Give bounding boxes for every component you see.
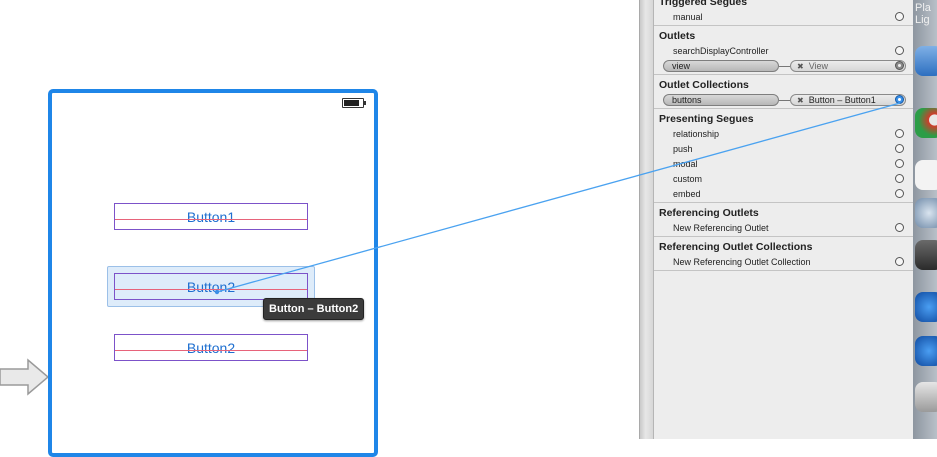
connection-circle-icon[interactable] — [895, 159, 904, 168]
button3[interactable]: Button2 — [114, 334, 308, 361]
section-presenting-segues: Presenting Segues relationship push moda… — [654, 109, 913, 203]
row-label: modal — [673, 159, 698, 169]
target-label: Button – Button1 — [808, 95, 876, 105]
dock-app-icon[interactable] — [915, 198, 937, 228]
connection-circle-icon[interactable] — [895, 46, 904, 55]
connections-inspector: Triggered Segues manual Outlets searchDi… — [653, 0, 913, 439]
outlet-row-searchdisplaycontroller: searchDisplayController — [654, 44, 913, 59]
segue-row-custom: custom — [654, 172, 913, 187]
connection-circle-icon[interactable] — [895, 95, 904, 104]
entry-arrow-icon — [0, 358, 50, 396]
section-referencing-outlets: Referencing Outlets New Referencing Outl… — [654, 203, 913, 237]
connection-circle-icon[interactable] — [895, 144, 904, 153]
outlet-connection-view: view ✖ View — [654, 59, 913, 74]
dock-app-icon[interactable] — [915, 382, 937, 412]
segue-row-embed: embed — [654, 187, 913, 202]
split-view-divider[interactable] — [639, 0, 654, 439]
section-title: Outlets — [659, 30, 696, 42]
connection-circle-icon[interactable] — [895, 189, 904, 198]
outlet-pill[interactable]: buttons — [663, 94, 779, 106]
button1[interactable]: Button1 — [114, 203, 308, 230]
storyboard-canvas[interactable]: Button1 Button2 Button2 Button – Button2 — [0, 0, 640, 457]
section-triggered-segues: Triggered Segues manual — [654, 0, 913, 26]
dock-partial-text: Pla Lig — [915, 2, 931, 26]
outlet-target-pill[interactable]: ✖ Button – Button1 — [790, 94, 906, 106]
connection-link — [779, 66, 790, 67]
drag-target-tooltip: Button – Button2 — [263, 298, 365, 320]
outlet-collection-buttons: buttons ✖ Button – Button1 — [654, 93, 913, 108]
connection-circle-icon[interactable] — [895, 129, 904, 138]
referencing-outlet-collection-new: New Referencing Outlet Collection — [654, 255, 913, 270]
battery-icon — [342, 98, 366, 108]
button2[interactable]: Button2 — [114, 273, 308, 300]
section-outlets: Outlets searchDisplayController view ✖ Vi… — [654, 26, 913, 75]
connection-circle-icon[interactable] — [895, 174, 904, 183]
section-outlet-collections: Outlet Collections buttons ✖ Button – But… — [654, 75, 913, 109]
view-controller-scene[interactable]: Button1 Button2 Button2 — [48, 89, 378, 457]
outlet-target-pill[interactable]: ✖ View — [790, 60, 906, 72]
section-title: Outlet Collections — [659, 79, 749, 91]
connection-link — [779, 100, 790, 101]
dock-edge: Pla Lig — [913, 0, 937, 439]
connection-circle-icon[interactable] — [895, 223, 904, 232]
referencing-outlet-new: New Referencing Outlet — [654, 221, 913, 236]
segue-row-relationship: relationship — [654, 127, 913, 142]
dock-app-icon[interactable] — [915, 336, 937, 366]
outlet-pill[interactable]: view — [663, 60, 779, 72]
dock-app-icon[interactable] — [915, 292, 937, 322]
dock-app-icon[interactable] — [915, 160, 937, 190]
row-label: searchDisplayController — [673, 46, 769, 56]
segue-row-modal: modal — [654, 157, 913, 172]
disconnect-x-icon[interactable]: ✖ — [797, 62, 804, 71]
section-title: Referencing Outlets — [659, 207, 759, 219]
row-label: relationship — [673, 129, 720, 139]
outlet-row-manual: manual — [654, 10, 913, 25]
target-label: View — [808, 61, 829, 71]
row-label: custom — [673, 174, 703, 184]
row-label: New Referencing Outlet Collection — [673, 257, 811, 267]
section-title: Referencing Outlet Collections — [659, 241, 813, 253]
dock-app-icon[interactable] — [915, 108, 937, 138]
section-referencing-outlet-collections: Referencing Outlet Collections New Refer… — [654, 237, 913, 271]
dock-app-icon[interactable] — [915, 46, 937, 76]
row-label: embed — [673, 189, 701, 199]
row-label: New Referencing Outlet — [673, 223, 769, 233]
dock-app-icon[interactable] — [915, 240, 937, 270]
row-label: manual — [673, 12, 703, 22]
disconnect-x-icon[interactable]: ✖ — [797, 96, 804, 105]
connection-circle-icon[interactable] — [895, 61, 904, 70]
connection-circle-icon[interactable] — [895, 12, 904, 21]
section-title: Presenting Segues — [659, 113, 754, 125]
section-title: Triggered Segues — [659, 0, 748, 8]
connection-circle-icon[interactable] — [895, 257, 904, 266]
row-label: push — [673, 144, 693, 154]
segue-row-push: push — [654, 142, 913, 157]
